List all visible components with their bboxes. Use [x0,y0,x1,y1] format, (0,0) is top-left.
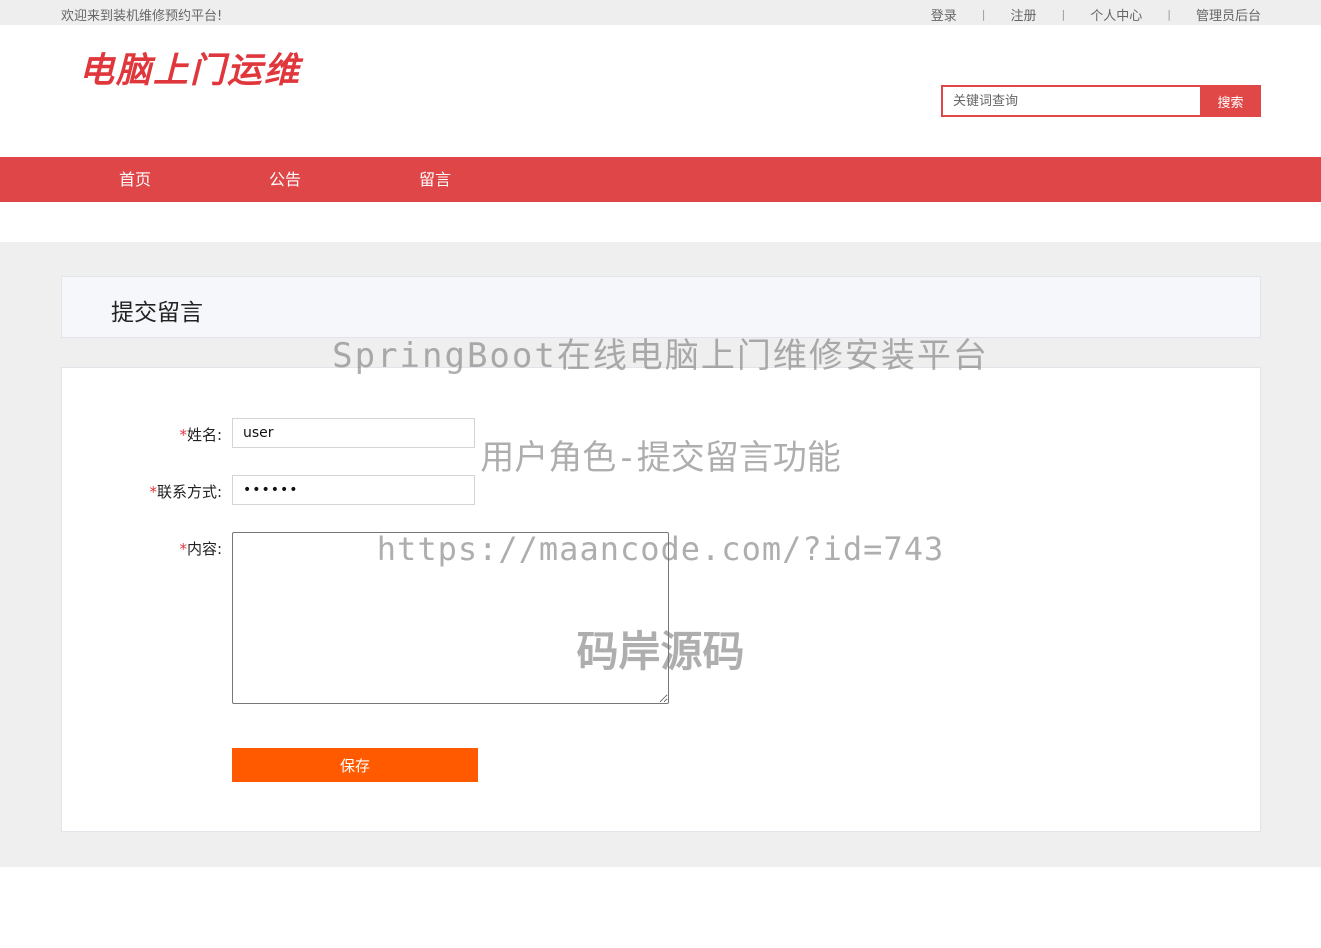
separator: | [1167,8,1171,21]
required-mark: * [149,483,157,501]
separator: | [1062,8,1066,21]
header: 电脑上门运维 搜索 [0,25,1321,157]
search-input[interactable] [941,85,1200,117]
name-input[interactable] [232,418,475,448]
login-link[interactable]: 登录 [931,5,957,24]
welcome-text: 欢迎来到装机维修预约平台! [61,5,222,24]
message-form: *姓名: *联系方式: *内容: 保存 [61,367,1261,832]
name-label: *姓名: [62,424,222,445]
content-label: *内容: [62,538,222,559]
content-label-text: 内容: [187,540,222,558]
name-label-text: 姓名: [187,426,222,444]
contact-label: *联系方式: [62,481,222,502]
page-title-box: 提交留言 [61,276,1261,338]
page-title: 提交留言 [111,293,203,327]
nav-item-messages[interactable]: 留言 [419,157,451,202]
content-area: 提交留言 *姓名: *联系方式: *内容: 保存 [0,242,1321,867]
required-mark: * [179,540,187,558]
nav-item-announcements[interactable]: 公告 [269,157,301,202]
main-nav: 首页 公告 留言 [0,157,1321,202]
admin-link[interactable]: 管理员后台 [1196,5,1261,24]
register-link[interactable]: 注册 [1011,5,1037,24]
nav-item-home[interactable]: 首页 [119,157,151,202]
site-logo[interactable]: 电脑上门运维 [79,49,339,93]
search-button[interactable]: 搜索 [1200,85,1261,117]
search-bar: 搜索 [941,85,1261,117]
top-bar: 欢迎来到装机维修预约平台! 登录 | 注册 | 个人中心 | 管理员后台 [0,0,1321,25]
top-links: 登录 | 注册 | 个人中心 | 管理员后台 [931,5,1261,24]
required-mark: * [179,426,187,444]
contact-input[interactable] [232,475,475,505]
contact-label-text: 联系方式: [157,483,222,501]
user-center-link[interactable]: 个人中心 [1090,5,1142,24]
content-textarea[interactable] [232,532,669,704]
save-button[interactable]: 保存 [232,748,478,782]
separator: | [982,8,986,21]
